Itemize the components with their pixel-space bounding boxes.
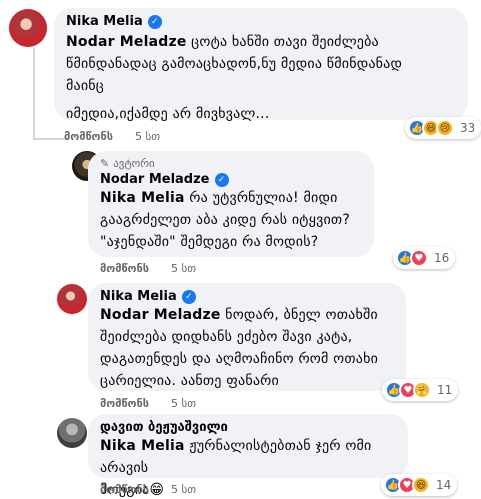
comment-meta: მომწონს 5 სთ bbox=[100, 483, 196, 496]
comment-author[interactable]: Nodar Meladze bbox=[100, 172, 210, 187]
comment-author[interactable]: Nika Melia bbox=[100, 289, 177, 304]
mention-link[interactable]: Nika Melia bbox=[100, 438, 185, 454]
timestamp[interactable]: 5 სთ bbox=[171, 397, 196, 410]
love-icon: ♥ bbox=[410, 249, 428, 267]
comment-bubble: Nika Melia ✓ Nodar Meladze ნოდარ, ბნელ ო… bbox=[88, 283, 406, 391]
comment-author[interactable]: Nika Melia bbox=[66, 14, 143, 29]
comment-meta: მომწონს 5 სთ bbox=[100, 262, 196, 275]
thread-line bbox=[33, 48, 35, 138]
comment-bubble: დავით ბეჟუაშვილი Nika Melia ჟურნალისტებთ… bbox=[88, 414, 408, 498]
reaction-summary[interactable]: 👍 ♥ 😆 14 bbox=[381, 474, 458, 496]
sad-icon: 😢 bbox=[436, 119, 454, 137]
avatar[interactable] bbox=[57, 418, 87, 448]
reaction-count: 14 bbox=[436, 478, 452, 492]
verified-icon: ✓ bbox=[181, 289, 196, 304]
comment-author[interactable]: დავით ბეჟუაშვილი bbox=[100, 420, 228, 435]
comment-meta: მომწონს 5 სთ bbox=[64, 130, 160, 143]
reaction-summary[interactable]: 👍 ♥ 🤗 11 bbox=[382, 379, 459, 401]
like-button[interactable]: მომწონს bbox=[64, 130, 113, 143]
comment-text: Nodar Meladze ცოტა ხანში თავი შეიძლება წ… bbox=[66, 34, 403, 122]
reaction-count: 33 bbox=[460, 121, 476, 135]
verified-icon: ✓ bbox=[147, 14, 162, 29]
mention-link[interactable]: Nika Melia bbox=[100, 190, 185, 206]
pencil-icon: ✎ bbox=[100, 157, 110, 170]
reaction-summary[interactable]: 👍 😆 😢 33 bbox=[405, 117, 481, 139]
timestamp[interactable]: 5 სთ bbox=[135, 130, 160, 143]
comment-text: Nika Melia რა უტვრნულია! მიდი გააგრძელეთ… bbox=[100, 190, 350, 250]
timestamp[interactable]: 5 სთ bbox=[171, 483, 196, 496]
haha-icon: 😆 bbox=[412, 476, 430, 494]
verified-icon: ✓ bbox=[214, 172, 229, 187]
comment-meta: მომწონს 5 სთ bbox=[100, 397, 196, 410]
like-button[interactable]: მომწონს bbox=[100, 483, 149, 496]
avatar[interactable] bbox=[57, 284, 87, 314]
avatar[interactable] bbox=[9, 9, 47, 47]
like-button[interactable]: მომწონს bbox=[100, 397, 149, 410]
reaction-count: 16 bbox=[434, 251, 450, 265]
mention-link[interactable]: Nodar Meladze bbox=[100, 307, 221, 323]
care-icon: 🤗 bbox=[413, 381, 431, 399]
comment-text: Nodar Meladze ნოდარ, ბნელ ოთახში შეიძლებ… bbox=[100, 307, 379, 389]
timestamp[interactable]: 5 სთ bbox=[171, 262, 196, 275]
comment-bubble: ✎ ავტორი Nodar Meladze ✓ Nika Melia რა უ… bbox=[88, 151, 374, 257]
comment-bubble: Nika Melia ✓ Nodar Meladze ცოტა ხანში თა… bbox=[54, 8, 468, 122]
like-button[interactable]: მომწონს bbox=[100, 262, 149, 275]
reaction-summary[interactable]: 👍 ♥ 16 bbox=[393, 247, 456, 269]
author-badge: ✎ ავტორი bbox=[100, 157, 155, 170]
reaction-count: 11 bbox=[437, 383, 453, 397]
mention-link[interactable]: Nodar Meladze bbox=[66, 34, 187, 50]
